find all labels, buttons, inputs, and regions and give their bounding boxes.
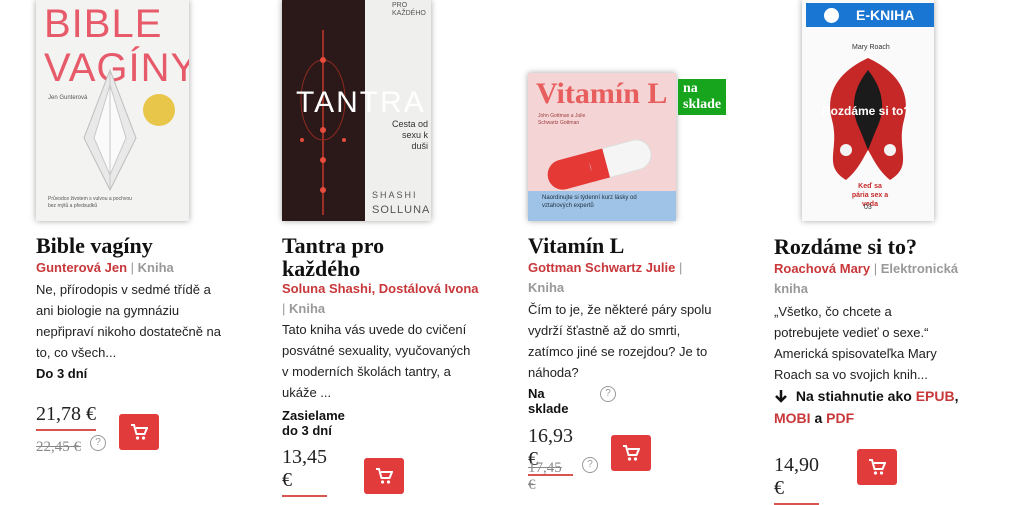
book-type: Kniha (137, 260, 174, 275)
download-arrow-icon (775, 390, 787, 403)
cover-subtitle: Naordinujte si týdenní kurz lásky od vzt… (542, 195, 637, 209)
cover-title: Rozdáme si to? (822, 104, 911, 118)
book-title[interactable]: Tantra pro každého (282, 234, 422, 280)
help-icon[interactable]: ? (90, 435, 106, 451)
availability: Do 3 dní (36, 366, 88, 381)
download-info: Na stiahnutie ako EPUB, MOBI a PDF (774, 385, 984, 429)
book-meta: Soluna Shashi, Dostálová Ivona | Kniha (282, 279, 482, 319)
add-to-cart-button[interactable] (611, 435, 651, 471)
book-type: Kniha (289, 301, 326, 316)
cover-top-text: PRO KAŽDÉHO (392, 2, 426, 17)
separator: | (679, 260, 683, 275)
format-separator: , (954, 388, 959, 404)
cart-icon (623, 445, 640, 461)
cart-icon (376, 468, 393, 484)
book-cover[interactable]: PRO KAŽDÉHO TANTRA Cesta od sexu k duši … (282, 0, 431, 221)
cloud-icon (824, 8, 839, 23)
cover-title: TANTRA (296, 86, 426, 119)
book-title[interactable]: Vitamín L (528, 234, 728, 257)
cover-subtitle: Cesta od sexu k duši (391, 119, 428, 151)
download-label: Na stiahnutie ako (795, 388, 912, 404)
separator: | (282, 301, 286, 316)
cover-subtitle: Průvodce životem s vulvou a pochvou bez … (48, 196, 132, 209)
stock-badge: na sklade (678, 79, 727, 115)
cart-icon (131, 424, 148, 440)
cover-author: SOLLUNA (372, 204, 431, 216)
format-pdf-link[interactable]: PDF (826, 410, 854, 426)
book-description: Tato kniha vás uvede do cvičení posvátné… (282, 322, 471, 400)
book-cover[interactable]: Mary Roach Rozdáme si to? Keď sa pária s… (802, 0, 934, 221)
old-price: 17,45 € (528, 460, 562, 493)
cover-illustration (83, 68, 137, 192)
author-link[interactable]: Roachová Mary (774, 261, 870, 276)
price: 14,90 € (774, 454, 819, 505)
format-epub-link[interactable]: EPUB (916, 388, 955, 404)
book-meta: Gunterová Jen | Kniha (36, 258, 216, 278)
cart-icon (869, 459, 886, 475)
ebook-label: E-KNIHA (856, 7, 915, 23)
help-icon[interactable]: ? (582, 457, 598, 473)
price: 21,78 € (36, 403, 96, 431)
help-icon[interactable]: ? (600, 386, 616, 402)
price: 13,45 € (282, 446, 327, 497)
availability: Na sklade (528, 386, 569, 416)
book-meta: Roachová Mary | Elektronická kniha (774, 259, 974, 299)
book-description: „Všetko, čo chcete a potrebujete vedieť … (774, 304, 937, 382)
book-cover[interactable]: BIBLE VAGÍNY Jen Gunterová Průvodce živo… (36, 0, 189, 221)
book-meta: Gottman Schwartz Julie | Kniha (528, 258, 688, 298)
book-description: Čím to je, že některé páry spolu vydrží … (528, 302, 712, 380)
format-separator: a (814, 410, 823, 426)
cover-author: SHASHI (372, 190, 418, 200)
book-type: Kniha (528, 280, 565, 295)
book-title[interactable]: Bible vagíny (36, 234, 216, 257)
author-link[interactable]: Gunterová Jen (36, 260, 127, 275)
old-price: 22,45 € (36, 439, 81, 455)
separator: | (873, 261, 878, 276)
separator: | (130, 260, 135, 275)
add-to-cart-button[interactable] (857, 449, 897, 485)
add-to-cart-button[interactable] (364, 458, 404, 494)
format-mobi-link[interactable]: MOBI (774, 410, 811, 426)
cover-code: 03 (864, 204, 872, 211)
author-link[interactable]: Gottman Schwartz Julie (528, 260, 675, 275)
book-cover[interactable]: Vitamín L John Gottman a Julie Schwartz … (528, 73, 676, 221)
add-to-cart-button[interactable] (119, 414, 159, 450)
author-link[interactable]: Soluna Shashi, Dostálová Ivona (282, 281, 479, 296)
book-title[interactable]: Rozdáme si to? (774, 235, 994, 258)
availability: Zasielame do 3 dní (282, 408, 345, 438)
book-description: Ne, přírodopis v sedmé třídě a ani biolo… (36, 282, 222, 360)
ebook-badge: E-KNIHA (806, 3, 934, 27)
